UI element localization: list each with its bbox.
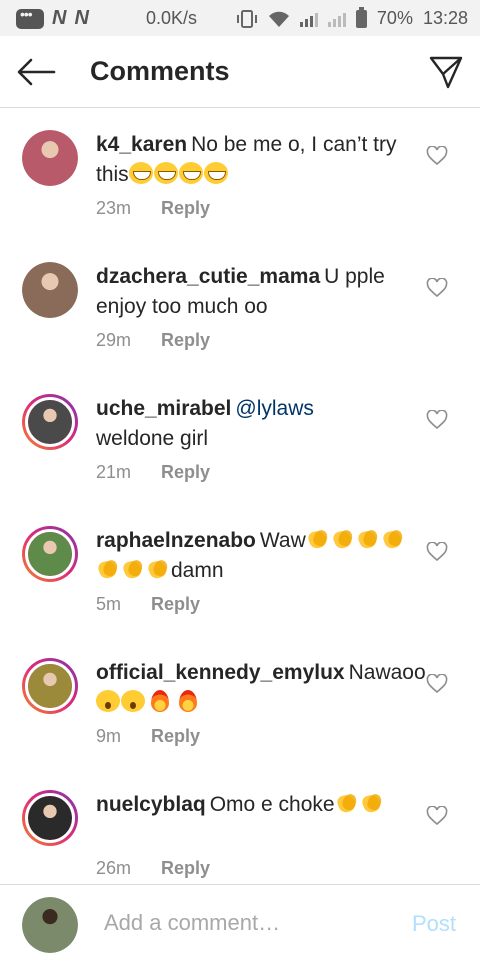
reply-button[interactable]: Reply: [161, 198, 210, 219]
comment-text: official_kennedy_emylux Nawaoo: [96, 658, 426, 718]
comment-username[interactable]: dzachera_cutie_mama: [96, 265, 320, 288]
clap-emoji-icon: [360, 792, 384, 814]
network-n-2: N: [74, 7, 89, 29]
clap-emoji-icon: [121, 558, 145, 580]
battery-icon: [355, 6, 367, 28]
wifi-icon: [268, 11, 289, 27]
clap-emoji-icon: [356, 528, 380, 550]
comment-time: 23m: [96, 198, 132, 218]
comment-text: uche_mirabel @lylaws weldone girl: [96, 394, 410, 454]
avatar[interactable]: [22, 130, 78, 186]
comment-username[interactable]: k4_karen: [96, 133, 187, 156]
clap-emoji-icon: [96, 558, 120, 580]
avatar[interactable]: [22, 658, 78, 714]
laugh-emoji-icon: [128, 162, 153, 184]
back-arrow-icon[interactable]: [16, 58, 56, 86]
reply-button[interactable]: Reply: [161, 330, 210, 351]
comment-body: Waw: [259, 529, 306, 552]
laugh-emoji-icon: [178, 162, 203, 184]
clap-emoji-icon: [331, 528, 355, 550]
comment-body: weldone girl: [96, 427, 209, 450]
like-heart-icon[interactable]: [426, 278, 448, 298]
battery-percent: 70%: [376, 8, 413, 28]
comment-time: 29m: [96, 330, 132, 350]
avatar[interactable]: [22, 790, 78, 846]
comment-time: 21m: [96, 462, 132, 482]
like-heart-icon[interactable]: [426, 674, 448, 694]
clap-emoji-icon: [146, 558, 170, 580]
reply-button[interactable]: Reply: [161, 858, 210, 879]
like-heart-icon[interactable]: [426, 542, 448, 562]
comment-mention[interactable]: @lylaws: [235, 397, 314, 420]
like-heart-icon[interactable]: [426, 410, 448, 430]
shock-emoji-icon: [96, 690, 120, 712]
comment-meta: 5m Reply: [96, 594, 200, 615]
page-title: Comments: [90, 56, 230, 86]
reply-button[interactable]: Reply: [161, 462, 210, 483]
app-header: Comments: [0, 36, 480, 108]
comment-body: Omo e choke: [209, 793, 335, 816]
like-heart-icon[interactable]: [426, 146, 448, 166]
comment-body: Nawaoo: [348, 661, 426, 684]
comment-text: nuelcyblaq Omo e choke: [96, 790, 410, 820]
comment-time: 5m: [96, 594, 122, 614]
reply-button[interactable]: Reply: [151, 726, 200, 747]
network-speed: 0.0K/s: [146, 8, 198, 28]
message-icon: [16, 6, 44, 29]
comment-row: dzachera_cutie_mama U pple enjoy too much…: [0, 242, 480, 374]
clock: 13:28: [422, 8, 468, 28]
shock-emoji-icon: [121, 690, 145, 712]
clap-emoji-icon: [306, 528, 330, 550]
comment-meta: 26m Reply: [96, 858, 210, 879]
comment-row: k4_karen No be me o, I can’t try this 23m R…: [0, 110, 480, 242]
comment-username[interactable]: official_kennedy_emylux: [96, 661, 345, 684]
comment-row: official_kennedy_emylux Nawaoo 9m Reply: [0, 638, 480, 770]
comment-text: raphaelnzenabo Waw damn: [96, 526, 410, 586]
post-button[interactable]: Post: [412, 911, 456, 937]
comment-text: k4_karen No be me o, I can’t try this: [96, 130, 410, 190]
avatar[interactable]: [22, 394, 78, 450]
laugh-emoji-icon: [153, 162, 178, 184]
fire-emoji-icon: [151, 690, 169, 712]
comment-meta: 9m Reply: [96, 726, 200, 747]
comment-text: dzachera_cutie_mama U pple enjoy too much…: [96, 262, 410, 322]
network-n-1: N: [52, 7, 67, 29]
comment-meta: 29m Reply: [96, 330, 210, 351]
comment-time: 26m: [96, 858, 132, 878]
comment-username[interactable]: uche_mirabel: [96, 397, 231, 420]
fire-emoji-icon: [179, 690, 197, 712]
signal-icon: [299, 11, 318, 27]
like-heart-icon[interactable]: [426, 806, 448, 826]
reply-button[interactable]: Reply: [151, 594, 200, 615]
comments-list[interactable]: k4_karen No be me o, I can’t try this 23m R…: [0, 110, 480, 884]
comment-username[interactable]: raphaelnzenabo: [96, 529, 256, 552]
signal-icon-2: [327, 11, 346, 27]
comment-username[interactable]: nuelcyblaq: [96, 793, 206, 816]
status-bar: N N 0.0K/s 70% 13:28: [0, 0, 480, 36]
clap-emoji-icon: [381, 528, 405, 550]
laugh-emoji-icon: [203, 162, 228, 184]
comment-meta: 23m Reply: [96, 198, 210, 219]
current-user-avatar[interactable]: [22, 897, 78, 953]
comment-row: uche_mirabel @lylaws weldone girl 21m Reply: [0, 374, 480, 506]
comment-composer: Post: [0, 884, 480, 960]
vibrate-icon: [236, 9, 257, 28]
comment-body-suffix: damn: [171, 559, 224, 582]
comment-meta: 21m Reply: [96, 462, 210, 483]
direct-send-icon[interactable]: [428, 54, 464, 90]
comment-time: 9m: [96, 726, 122, 746]
comment-row: nuelcyblaq Omo e choke 26m Reply: [0, 770, 480, 884]
comment-row: raphaelnzenabo Waw damn 5m Reply: [0, 506, 480, 638]
avatar[interactable]: [22, 262, 78, 318]
avatar[interactable]: [22, 526, 78, 582]
clap-emoji-icon: [335, 792, 359, 814]
comment-input[interactable]: [104, 907, 394, 939]
